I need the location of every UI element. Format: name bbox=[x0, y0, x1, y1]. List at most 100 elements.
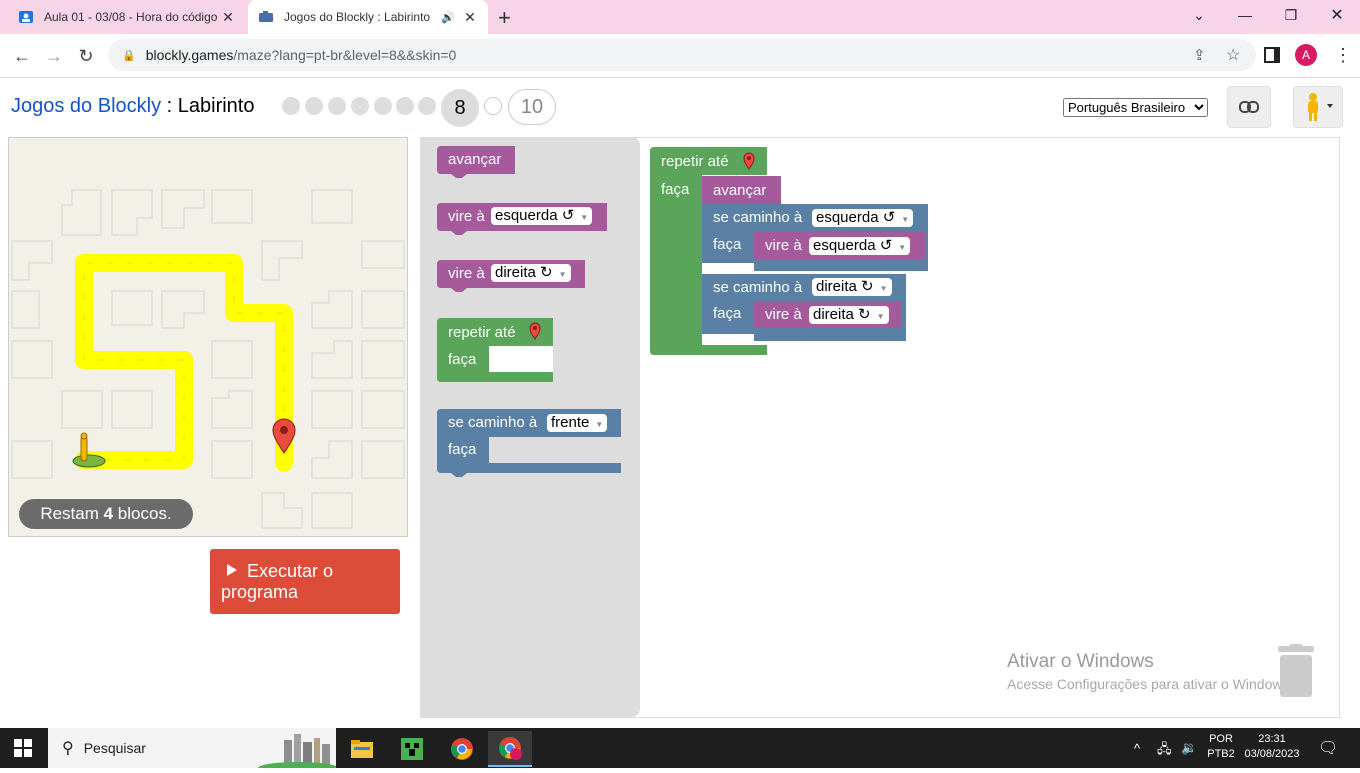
tab-search-icon[interactable]: ⌄ bbox=[1176, 0, 1222, 30]
clock-time: 23:31 bbox=[1258, 733, 1286, 745]
tab-blockly[interactable]: Jogos do Blockly : Labirinto 🔊 ✕ bbox=[248, 0, 488, 34]
goal-marker-icon bbox=[529, 322, 541, 344]
language-code: POR bbox=[1209, 733, 1233, 745]
new-tab-icon[interactable]: + bbox=[498, 5, 511, 31]
chrome-icon[interactable] bbox=[440, 731, 484, 767]
block-label: vire à bbox=[448, 208, 485, 225]
profile-avatar[interactable]: A bbox=[1295, 44, 1317, 66]
dropdown-arrow-icon: ▼ bbox=[595, 420, 604, 429]
direction-dropdown[interactable]: esquerda ↺ ▼ bbox=[491, 207, 593, 225]
block-label: faça bbox=[448, 351, 477, 368]
reload-icon[interactable]: ↻ bbox=[72, 42, 100, 70]
link-button[interactable] bbox=[1227, 86, 1271, 128]
direction-dropdown[interactable]: direita ↻ ▼ bbox=[809, 306, 889, 324]
input-language[interactable]: POR PTB2 bbox=[1207, 733, 1235, 760]
maze-board bbox=[8, 137, 408, 537]
volume-icon[interactable]: 🔉 bbox=[1181, 740, 1197, 756]
dropdown-arrow-icon: ▼ bbox=[558, 270, 567, 279]
url-host: blockly.games bbox=[145, 47, 234, 63]
block-label: faça bbox=[661, 181, 690, 198]
dropdown-value: esquerda ↺ bbox=[816, 209, 896, 226]
tab-title: Aula 01 - 03/08 - Hora do código bbox=[44, 10, 218, 24]
notifications-icon[interactable]: 🗨 bbox=[1318, 738, 1338, 758]
forward-icon[interactable]: → bbox=[40, 42, 68, 70]
level-4[interactable] bbox=[351, 97, 369, 115]
level-current[interactable]: 8 bbox=[441, 89, 479, 127]
level-9[interactable] bbox=[484, 97, 502, 115]
bookmark-star-icon[interactable]: ☆ bbox=[1226, 45, 1240, 65]
block-label: faça bbox=[448, 441, 477, 458]
block-label: faça bbox=[713, 236, 742, 253]
dropdown-arrow-icon: ▼ bbox=[901, 215, 910, 224]
play-icon bbox=[227, 564, 237, 576]
dropdown-arrow-icon: ▼ bbox=[879, 284, 888, 293]
direction-dropdown[interactable]: direita ↻ ▼ bbox=[812, 278, 892, 296]
block-label: repetir até bbox=[448, 324, 516, 341]
level-3[interactable] bbox=[328, 97, 346, 115]
speaker-icon[interactable]: 🔊 bbox=[440, 11, 456, 24]
menu-icon[interactable]: ⋮ bbox=[1334, 45, 1352, 66]
dropdown-value: direita ↻ bbox=[816, 278, 874, 295]
remaining-count: 4 bbox=[103, 504, 114, 523]
dropdown-value: frente bbox=[551, 414, 590, 431]
dropdown-value: direita ↻ bbox=[495, 264, 553, 281]
close-tab-icon[interactable]: ✕ bbox=[220, 9, 236, 26]
direction-dropdown[interactable]: esquerda ↺ ▼ bbox=[812, 209, 914, 227]
pegman-avatar bbox=[72, 432, 106, 468]
close-window-icon[interactable]: ✕ bbox=[1314, 0, 1360, 30]
minecraft-icon[interactable] bbox=[390, 731, 434, 767]
level-2[interactable] bbox=[305, 97, 323, 115]
level-1[interactable] bbox=[282, 97, 300, 115]
tab-aula[interactable]: Aula 01 - 03/08 - Hora do código ✕ bbox=[8, 0, 246, 34]
level-last[interactable]: 10 bbox=[508, 89, 556, 125]
goal-marker-icon bbox=[743, 152, 755, 174]
pegman-icon bbox=[1308, 93, 1333, 121]
restore-icon[interactable]: ❐ bbox=[1268, 0, 1314, 30]
block-label: avançar bbox=[448, 151, 502, 168]
page-title: Jogos do Blockly : Labirinto bbox=[11, 95, 254, 118]
chrome-profile-icon[interactable] bbox=[488, 731, 532, 767]
dropdown-value: esquerda ↺ bbox=[495, 207, 575, 224]
block-label: se caminho à bbox=[713, 279, 803, 296]
block-label: vire à bbox=[765, 237, 802, 254]
address-bar[interactable]: 🔒 blockly.games/maze?lang=pt-br&level=8&… bbox=[108, 39, 1256, 71]
brand-link[interactable]: Jogos do Blockly bbox=[11, 95, 161, 117]
share-icon[interactable]: ⇪ bbox=[1193, 46, 1206, 64]
dropdown-arrow-icon: ▼ bbox=[898, 243, 907, 252]
direction-dropdown[interactable]: frente ▼ bbox=[547, 414, 608, 432]
city-skyline-icon bbox=[258, 730, 338, 773]
direction-dropdown[interactable]: direita ↻ ▼ bbox=[491, 264, 571, 282]
network-icon[interactable]: 🖧 bbox=[1157, 740, 1172, 762]
language-select[interactable]: Português Brasileiro bbox=[1063, 98, 1208, 117]
link-icon bbox=[1239, 101, 1259, 113]
title-separator: : bbox=[161, 95, 178, 117]
direction-dropdown[interactable]: esquerda ↺ ▼ bbox=[809, 237, 911, 255]
file-explorer-icon[interactable] bbox=[340, 731, 384, 767]
maze-drawing bbox=[11, 189, 405, 529]
level-6[interactable] bbox=[396, 97, 414, 115]
side-panel-icon[interactable] bbox=[1264, 47, 1280, 63]
close-tab-icon[interactable]: ✕ bbox=[462, 9, 478, 26]
block-label: vire à bbox=[448, 265, 485, 282]
clock[interactable]: 23:31 03/08/2023 bbox=[1243, 733, 1301, 760]
back-icon[interactable]: ← bbox=[8, 42, 36, 70]
keyboard-layout: PTB2 bbox=[1207, 748, 1235, 760]
activation-subtitle: Acesse Configurações para ativar o Windo… bbox=[1007, 676, 1294, 692]
run-program-button[interactable]: Executar o programa bbox=[210, 549, 400, 614]
skin-button[interactable] bbox=[1293, 86, 1343, 128]
windows-start-icon[interactable] bbox=[14, 739, 32, 762]
block-label: faça bbox=[713, 305, 742, 322]
move-block-label: avançar bbox=[713, 182, 767, 199]
show-hidden-icons-icon[interactable]: ^ bbox=[1134, 741, 1140, 756]
remaining-blocks-badge: Restam 4 blocos. bbox=[19, 499, 193, 529]
remaining-prefix: Restam bbox=[40, 504, 104, 523]
trash-icon[interactable] bbox=[1276, 644, 1316, 698]
level-7[interactable] bbox=[418, 97, 436, 115]
minimize-icon[interactable]: — bbox=[1222, 0, 1268, 30]
blockly-puzzle-icon bbox=[258, 9, 274, 25]
block-label: repetir até bbox=[661, 153, 729, 170]
search-icon: ⚲ bbox=[62, 740, 74, 757]
remaining-suffix: blocos. bbox=[113, 504, 172, 523]
dropdown-arrow-icon: ▼ bbox=[580, 213, 589, 222]
level-5[interactable] bbox=[374, 97, 392, 115]
